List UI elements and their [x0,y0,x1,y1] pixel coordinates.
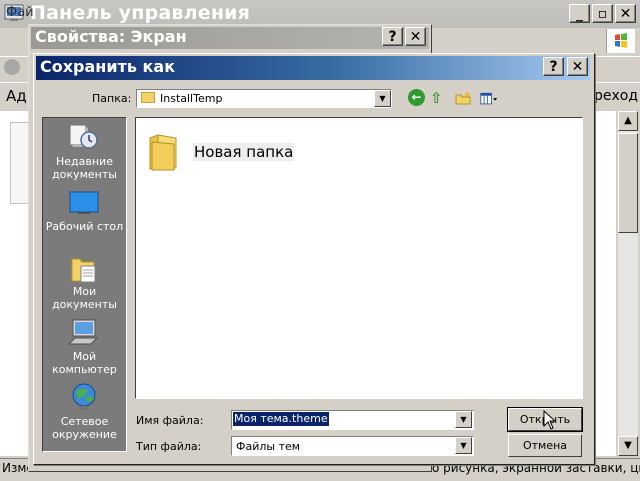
vertical-scrollbar[interactable]: ▲ ▼ [618,111,638,456]
maximize-button[interactable]: ▫ [592,4,613,23]
scroll-thumb[interactable] [618,133,638,233]
save-as-title: Сохранить как [40,57,176,76]
filename-dropdown-button[interactable]: ▼ [455,411,472,428]
folder-label: Папка: [92,92,132,105]
goto-button[interactable]: реход [594,88,638,104]
recent-documents-icon[interactable] [68,123,100,151]
place-recent-documents[interactable]: Недавние документы [42,155,127,181]
new-folder-icon[interactable] [455,89,473,107]
menu-file[interactable]: Фай [6,5,34,20]
control-panel-title: Панель управления [30,2,251,24]
filetype-label: Тип файла: [136,440,202,453]
back-arrow-icon[interactable] [4,59,20,75]
scroll-up-button[interactable]: ▲ [618,111,638,131]
display-close-button[interactable]: ✕ [405,27,426,46]
place-my-computer[interactable]: Мой компьютер [42,350,127,376]
folder-value: InstallTemp [160,92,223,105]
place-network[interactable]: Сетевое окружение [42,415,127,441]
back-icon[interactable]: ← [408,89,425,106]
folder-icon[interactable] [148,132,180,172]
filetype-value: Файлы тем [236,440,301,453]
close-button[interactable]: ✕ [615,4,636,23]
place-my-documents[interactable]: Мои документы [42,285,127,311]
filetype-dropdown-button[interactable]: ▼ [455,437,472,454]
folder-icon [141,92,155,103]
up-folder-icon[interactable]: ⇧ [430,89,443,107]
address-label: Ад [6,87,27,105]
minimize-button[interactable]: _ [569,4,590,23]
filename-label: Имя файла: [136,414,204,427]
network-icon[interactable] [68,381,100,413]
windows-logo-icon [606,29,635,53]
my-documents-icon[interactable] [70,253,100,283]
folder-dropdown-button[interactable]: ▼ [374,90,391,107]
save-as-close-button[interactable]: ✕ [567,57,588,76]
filename-value[interactable]: Моя тема.theme [233,412,329,426]
view-menu-icon[interactable] [480,90,498,108]
cancel-button[interactable]: Отмена [508,434,582,457]
display-help-button[interactable]: ? [382,27,403,46]
list-item[interactable]: Новая папка [193,143,295,161]
mouse-cursor-icon [543,410,557,430]
scroll-down-button[interactable]: ▼ [618,436,638,456]
desktop-icon[interactable] [68,191,100,217]
help-button[interactable]: ? [543,57,564,76]
my-computer-icon[interactable] [67,318,101,348]
place-desktop[interactable]: Рабочий стол [42,220,127,233]
display-properties-title: Свойства: Экран [35,27,187,46]
